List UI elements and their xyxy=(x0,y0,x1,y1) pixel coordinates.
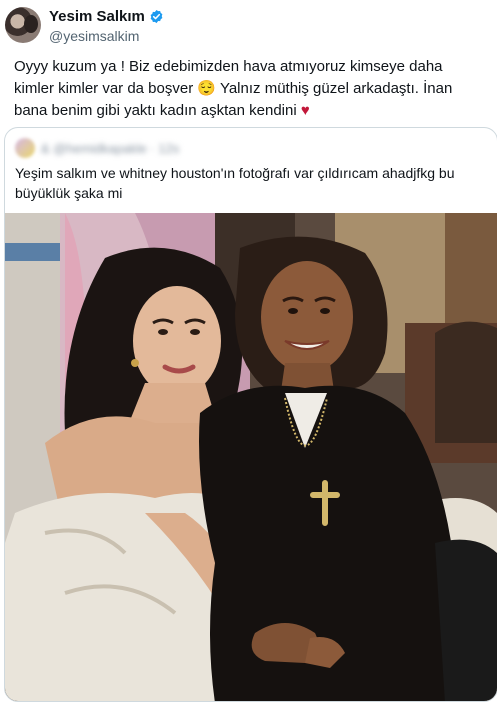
photo-illustration xyxy=(5,213,497,701)
tweet-header: Yesim Salkım @yesimsalkim xyxy=(5,5,485,45)
quoted-author-blurred: & @hemidkapakle · 12s xyxy=(41,140,180,156)
quoted-text: Yeşim salkım ve whitney houston'ın fotoğ… xyxy=(15,165,455,201)
quoted-tweet[interactable]: & @hemidkapakle · 12s Yeşim salkım ve wh… xyxy=(4,127,497,702)
quoted-header: & @hemidkapakle · 12s xyxy=(15,138,179,158)
author-handle[interactable]: @yesimsalkim xyxy=(49,28,139,44)
heart-icon: ♥ xyxy=(300,102,310,119)
author-name[interactable]: Yesim Salkım xyxy=(49,8,145,25)
quoted-photo[interactable] xyxy=(5,213,497,701)
avatar[interactable] xyxy=(5,7,41,43)
verified-badge-icon xyxy=(150,9,163,24)
author-name-row[interactable]: Yesim Salkım xyxy=(49,8,164,25)
tweet-text: Oyyy kuzum ya ! Biz edebimizden hava atm… xyxy=(14,56,484,122)
quoted-avatar xyxy=(15,138,35,158)
tweet-body: Oyyy kuzum ya ! Biz edebimizden hava atm… xyxy=(14,58,453,119)
